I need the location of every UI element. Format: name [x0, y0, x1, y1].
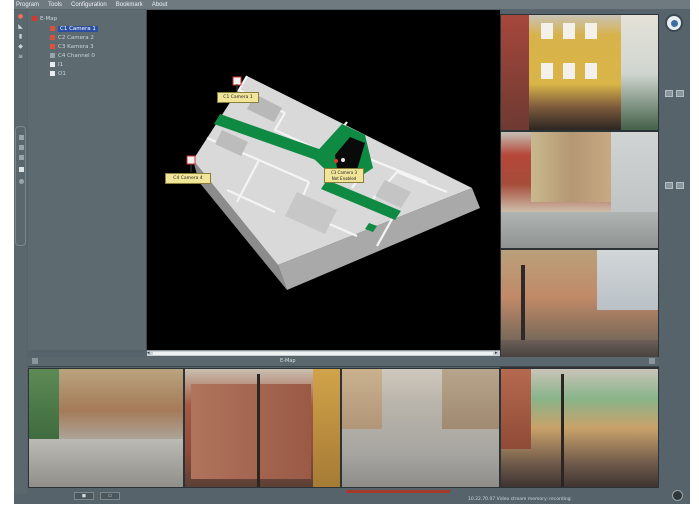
tab-map-icon[interactable]: [19, 135, 24, 140]
tab-grid-icon[interactable]: [19, 155, 24, 160]
output-icon: [50, 71, 55, 76]
side-panel-tab[interactable]: [15, 126, 26, 246]
camera-view-4[interactable]: [28, 368, 184, 488]
tab-active-icon[interactable]: [19, 167, 24, 172]
camera-icon: [50, 35, 55, 40]
camera-view-2[interactable]: [500, 131, 659, 249]
panel-close-icon[interactable]: [649, 358, 655, 364]
menu-bookmark[interactable]: Bookmark: [116, 2, 143, 8]
tree-item-output[interactable]: O1: [50, 70, 66, 77]
ptz-panel: [662, 38, 687, 66]
bottom-panel-header: E-Map: [28, 357, 659, 367]
map-tag-camera-4[interactable]: C4 Camera 4: [165, 173, 211, 184]
tree-item-input[interactable]: I1: [50, 61, 63, 68]
map-horizontal-scrollbar[interactable]: ◂ ▸: [147, 350, 500, 356]
tree-root[interactable]: E-Map: [32, 15, 57, 22]
bottom-panel-title: E-Map: [280, 358, 296, 364]
layout-button[interactable]: ▭: [100, 492, 120, 500]
tree-item-camera-1[interactable]: C1 Camera 1: [50, 25, 98, 32]
camera-icon: [50, 44, 55, 49]
channel-icon: [50, 53, 55, 58]
record-icon[interactable]: ●: [16, 13, 25, 20]
menu-configuration[interactable]: Configuration: [71, 2, 107, 8]
tab-globe-icon[interactable]: [19, 179, 24, 184]
panel-icon[interactable]: [32, 358, 38, 364]
camera-view-3[interactable]: [500, 249, 659, 369]
camera-view-7[interactable]: [500, 368, 659, 488]
tree-item-camera-2[interactable]: C2 Camera 2: [50, 34, 94, 41]
tree-item-camera-3[interactable]: C3 Kamera 3: [50, 43, 94, 50]
status-text: 10.22.70.07 Video stream memory: recordi…: [468, 497, 571, 502]
menu-bar: Program Tools Configuration Bookmark Abo…: [14, 0, 690, 9]
zoom-in-button[interactable]: [676, 182, 684, 189]
settings-icon[interactable]: ◆: [16, 43, 25, 50]
camera-view-1[interactable]: [500, 14, 659, 131]
status-bar: ◼ ▭ 10.22.70.07 Video stream memory: rec…: [28, 488, 659, 504]
camera-icon[interactable]: ◣: [16, 23, 25, 30]
camera-icon: [50, 26, 55, 31]
scroll-thumb[interactable]: [153, 352, 493, 355]
map-tag-camera-1[interactable]: C1 Camera 1: [217, 92, 259, 103]
camera-view-5[interactable]: [184, 368, 341, 488]
power-icon[interactable]: [672, 490, 683, 501]
ptz-globe-icon[interactable]: [665, 14, 683, 32]
help-icon[interactable]: ≡: [16, 53, 25, 60]
menu-tools[interactable]: Tools: [48, 2, 62, 8]
recording-timeline[interactable]: [346, 490, 450, 493]
ptz-left-button[interactable]: [665, 90, 673, 97]
zoom-out-button[interactable]: [665, 182, 673, 189]
camera-view-6[interactable]: [341, 368, 500, 488]
lock-icon[interactable]: ▮: [16, 33, 25, 40]
tree-item-channel-0[interactable]: C4 Channel 0: [50, 52, 95, 59]
playback-button[interactable]: ◼: [74, 492, 94, 500]
menu-about[interactable]: About: [152, 2, 168, 8]
building-left: [501, 15, 529, 130]
scroll-left-arrow-icon[interactable]: ◂: [147, 351, 152, 356]
emap-viewport[interactable]: C1 Camera 1 C4 Camera 4 C3 Camera 3 Not …: [147, 10, 500, 350]
emap-tree-panel: E-Map C1 Camera 1 C2 Camera 2 C3 Kamera …: [28, 10, 147, 350]
left-toolstrip: ● ◣ ▮ ◆ ≡: [14, 10, 27, 494]
menu-program[interactable]: Program: [16, 2, 39, 8]
ptz-right-button[interactable]: [676, 90, 684, 97]
surveillance-app-window: Program Tools Configuration Bookmark Abo…: [14, 0, 690, 504]
tab-layout-icon[interactable]: [19, 145, 24, 150]
right-control-strip: [659, 10, 690, 504]
map-icon: [32, 16, 37, 21]
input-icon: [50, 62, 55, 67]
map-tag-camera-3[interactable]: C3 Camera 3 Not Enabled: [324, 168, 364, 183]
